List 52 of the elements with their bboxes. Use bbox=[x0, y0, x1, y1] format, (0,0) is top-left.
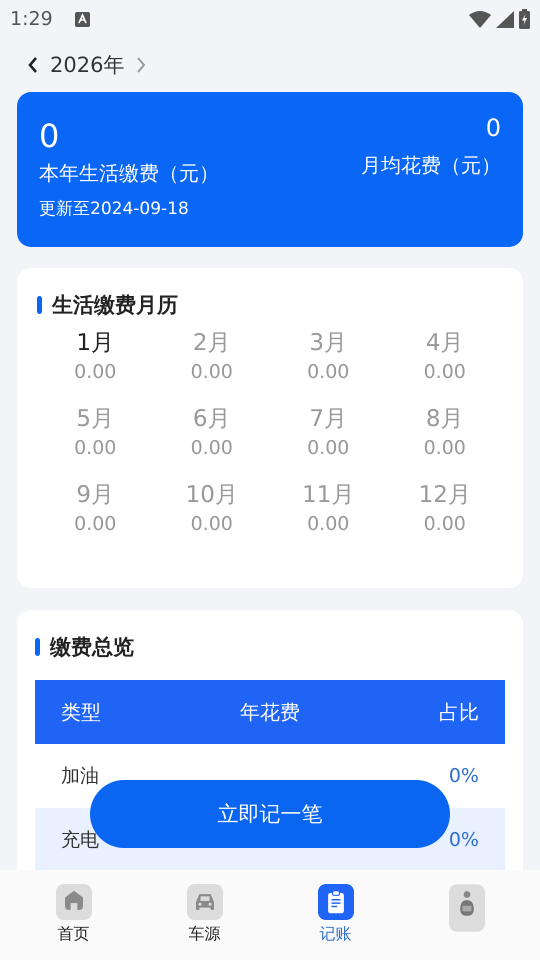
previous-year-button[interactable] bbox=[26, 56, 40, 74]
section-marker bbox=[35, 638, 40, 656]
clipboard-icon[interactable] bbox=[318, 884, 354, 920]
person-icon[interactable] bbox=[448, 884, 484, 932]
monthly-average: 0 bbox=[486, 114, 501, 142]
month-label[interactable]: 6月 bbox=[192, 404, 231, 434]
keyboard-notification-icon bbox=[74, 12, 90, 26]
section-title: 缴费总览 bbox=[50, 634, 134, 661]
month-amount: 0.00 bbox=[74, 512, 116, 537]
month-label[interactable]: 9月 bbox=[76, 480, 114, 510]
month-amount: 0.00 bbox=[424, 512, 466, 537]
month-amount: 0.00 bbox=[307, 436, 350, 461]
status-time: 1:29 bbox=[10, 8, 53, 30]
column-header: 类型 bbox=[61, 698, 102, 726]
month-amount: 0.00 bbox=[424, 360, 466, 385]
month-label[interactable]: 4月 bbox=[426, 328, 464, 358]
month-label[interactable]: 3月 bbox=[309, 328, 348, 358]
column-header: 占比 bbox=[438, 698, 479, 726]
month-label[interactable]: 1月 bbox=[76, 328, 114, 358]
month-label[interactable]: 7月 bbox=[309, 404, 348, 434]
monthly-average-label: 月均花费（元） bbox=[361, 152, 501, 179]
nav-label[interactable]: 车源 bbox=[188, 924, 220, 945]
month-label[interactable]: 10月 bbox=[186, 480, 238, 510]
battery-icon bbox=[519, 9, 530, 29]
annual-total-label: 本年生活缴费（元） bbox=[39, 160, 219, 187]
month-label[interactable]: 12月 bbox=[418, 480, 471, 510]
month-label[interactable]: 11月 bbox=[302, 480, 354, 510]
month-amount: 0.00 bbox=[190, 436, 233, 461]
month-amount: 0.00 bbox=[424, 436, 466, 461]
nav-label[interactable]: 记账 bbox=[320, 924, 352, 945]
annual-total: 0 bbox=[39, 116, 60, 156]
month-amount: 0.00 bbox=[307, 512, 350, 537]
month-label[interactable]: 2月 bbox=[192, 328, 231, 358]
column-header: 年花费 bbox=[238, 698, 301, 726]
month-amount: 0.00 bbox=[74, 436, 116, 461]
section-marker bbox=[37, 296, 42, 314]
month-amount: 0.00 bbox=[190, 512, 233, 537]
nav-label[interactable]: 首页 bbox=[58, 924, 90, 945]
home-icon[interactable] bbox=[56, 884, 92, 920]
month-amount: 0.00 bbox=[307, 360, 350, 385]
table-cell-text: 0% bbox=[448, 829, 479, 851]
car-icon[interactable] bbox=[186, 884, 222, 920]
month-amount: 0.00 bbox=[74, 360, 116, 385]
year-label: 2026年 bbox=[50, 52, 124, 79]
month-label[interactable]: 8月 bbox=[426, 404, 464, 434]
updated-date: 更新至2024-09-18 bbox=[39, 198, 190, 220]
section-title: 生活缴费月历 bbox=[52, 292, 178, 319]
month-amount: 0.00 bbox=[190, 360, 233, 385]
wifi-icon bbox=[469, 10, 491, 28]
table-cell-text: 0% bbox=[448, 765, 479, 787]
signal-icon bbox=[496, 10, 514, 28]
month-label[interactable]: 5月 bbox=[76, 404, 114, 434]
